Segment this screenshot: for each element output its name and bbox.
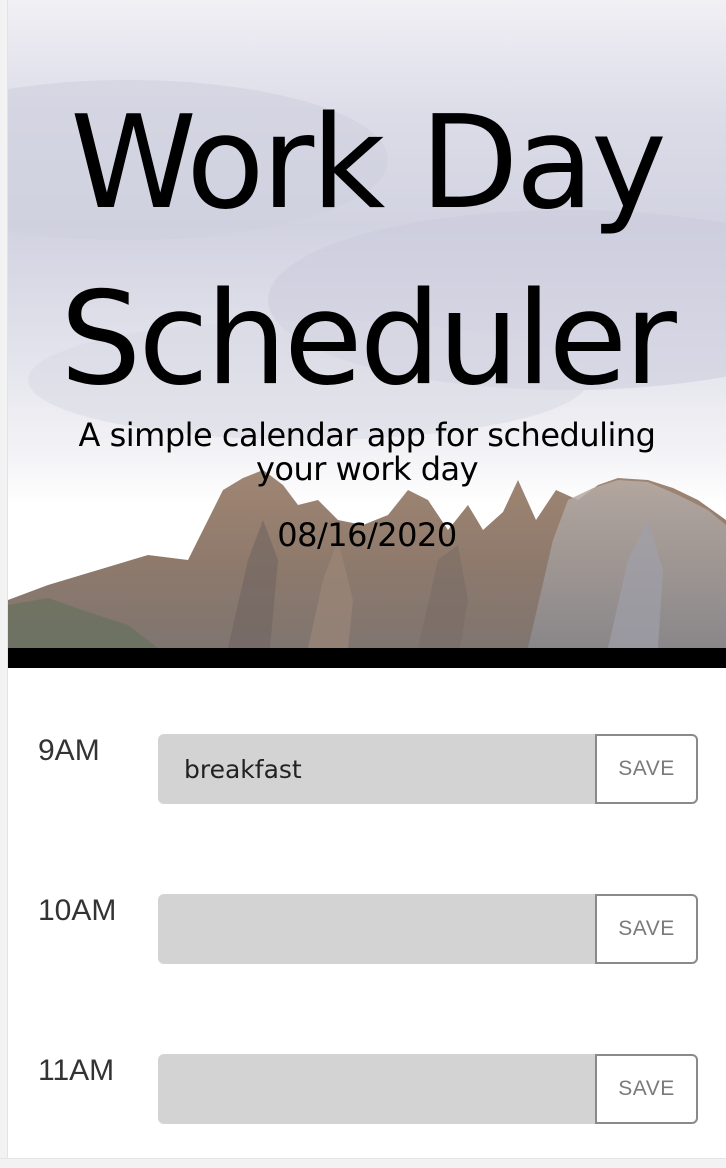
current-date: 08/16/2020: [277, 516, 457, 554]
page-title: Work Day Scheduler: [60, 89, 677, 414]
time-block-9am: 9AM SAVE: [8, 734, 726, 804]
event-input[interactable]: [158, 894, 596, 964]
save-button[interactable]: SAVE: [595, 734, 698, 804]
jumbotron-header: Work Day Scheduler A simple calendar app…: [8, 0, 726, 648]
event-input[interactable]: [158, 1054, 596, 1124]
hero-content: Work Day Scheduler A simple calendar app…: [8, 0, 726, 648]
hour-label: 10AM: [38, 894, 117, 927]
time-block-11am: 11AM SAVE: [8, 1054, 726, 1124]
save-button[interactable]: SAVE: [595, 894, 698, 964]
bottom-scroll-edge: [0, 1158, 726, 1168]
hour-label: 9AM: [38, 734, 100, 767]
save-button[interactable]: SAVE: [595, 1054, 698, 1124]
event-input[interactable]: [158, 734, 596, 804]
hour-label: 11AM: [38, 1054, 115, 1087]
header-bottom-border: [8, 648, 726, 668]
time-block-10am: 10AM SAVE: [8, 894, 726, 964]
left-gutter: [0, 0, 8, 1168]
lead-text: A simple calendar app for scheduling you…: [78, 416, 656, 488]
page: Work Day Scheduler A simple calendar app…: [0, 0, 726, 1168]
